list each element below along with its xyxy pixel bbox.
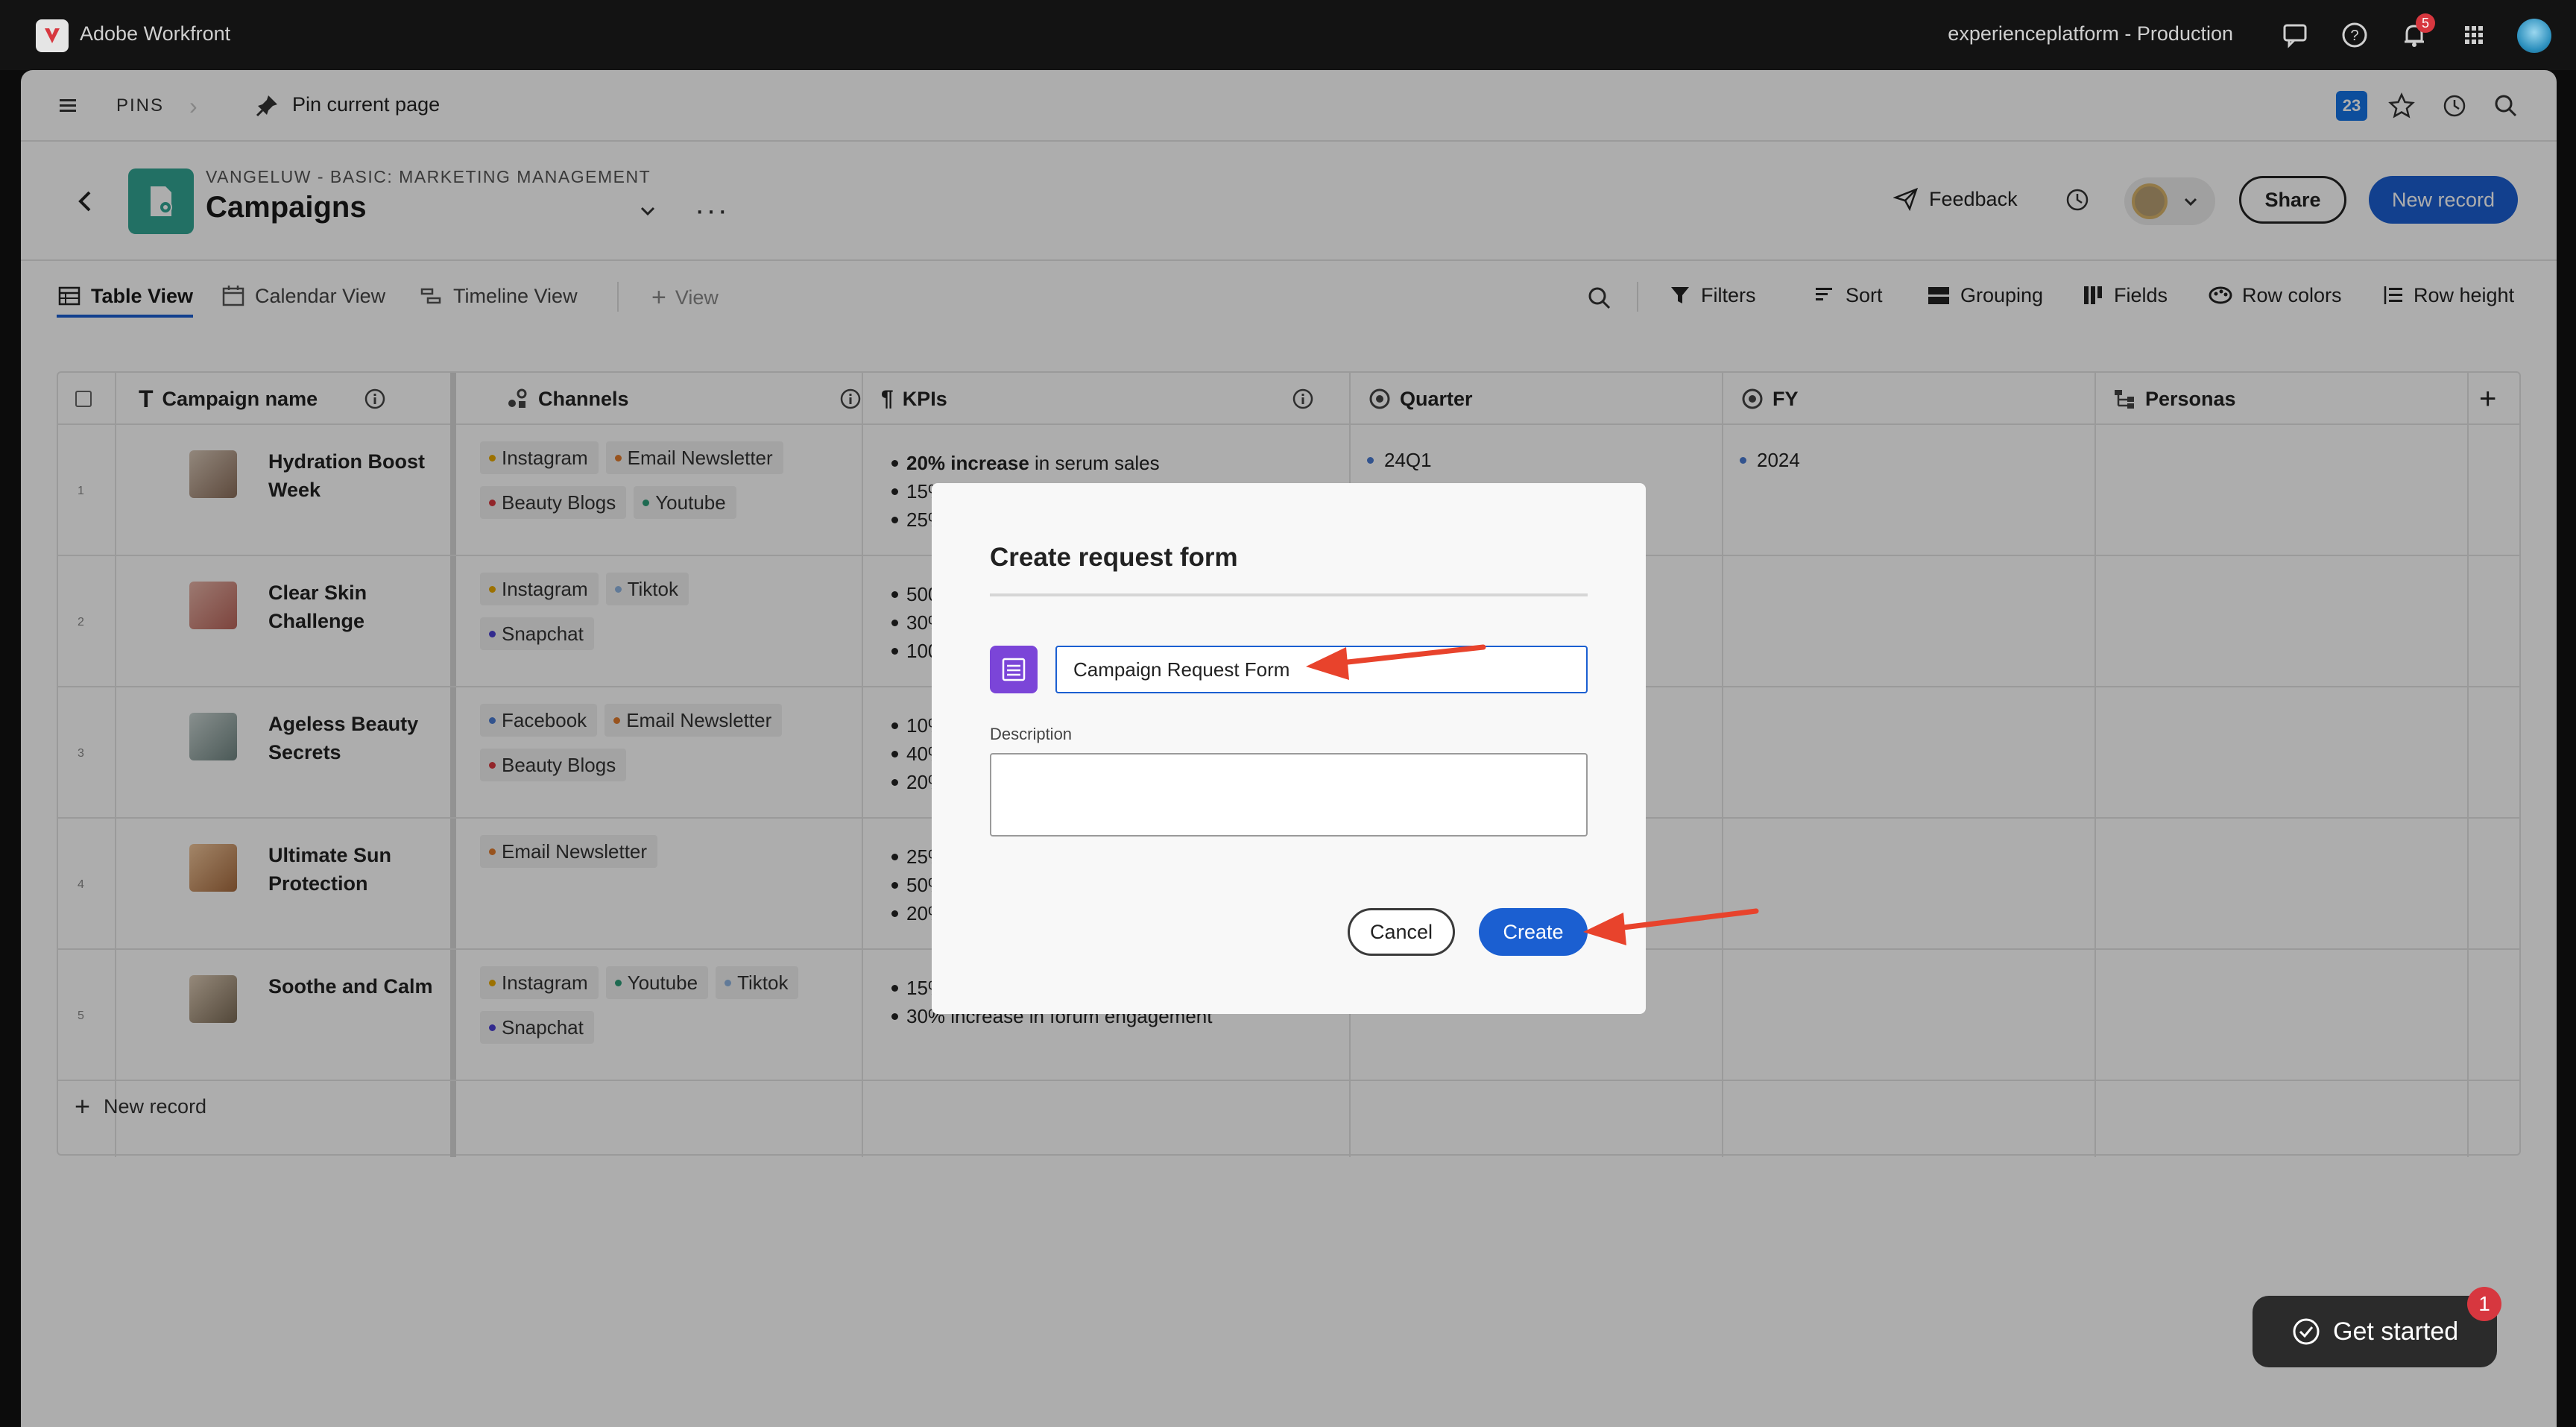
notification-count-badge: 5: [2416, 13, 2435, 33]
app-name: Adobe Workfront: [80, 22, 231, 45]
app-grid-icon[interactable]: [2457, 18, 2491, 52]
workfront-logo-icon[interactable]: [36, 19, 69, 52]
help-icon[interactable]: ?: [2337, 18, 2372, 52]
check-circle-icon: [2293, 1318, 2320, 1345]
get-started-badge: 1: [2467, 1287, 2501, 1321]
description-field[interactable]: [990, 753, 1588, 837]
form-icon[interactable]: [990, 646, 1038, 693]
cancel-button[interactable]: Cancel: [1348, 908, 1455, 956]
dialog-title: Create request form: [990, 543, 1238, 572]
get-started-label: Get started: [2333, 1317, 2459, 1346]
description-label: Description: [990, 725, 1073, 743]
environment-name[interactable]: experienceplatform - Production: [1948, 22, 2233, 45]
form-name-input[interactable]: [1055, 646, 1588, 693]
create-button[interactable]: Create: [1479, 908, 1588, 956]
divider: [990, 593, 1588, 596]
get-started-button[interactable]: Get started: [2253, 1296, 2497, 1367]
create-request-form-dialog: Create request form Description Cancel C…: [932, 483, 1646, 1014]
user-avatar[interactable]: [2517, 19, 2551, 53]
feedback-chat-icon[interactable]: [2278, 18, 2312, 52]
global-top-bar: Adobe Workfront experienceplatform - Pro…: [0, 0, 2576, 70]
svg-text:?: ?: [2350, 28, 2358, 44]
